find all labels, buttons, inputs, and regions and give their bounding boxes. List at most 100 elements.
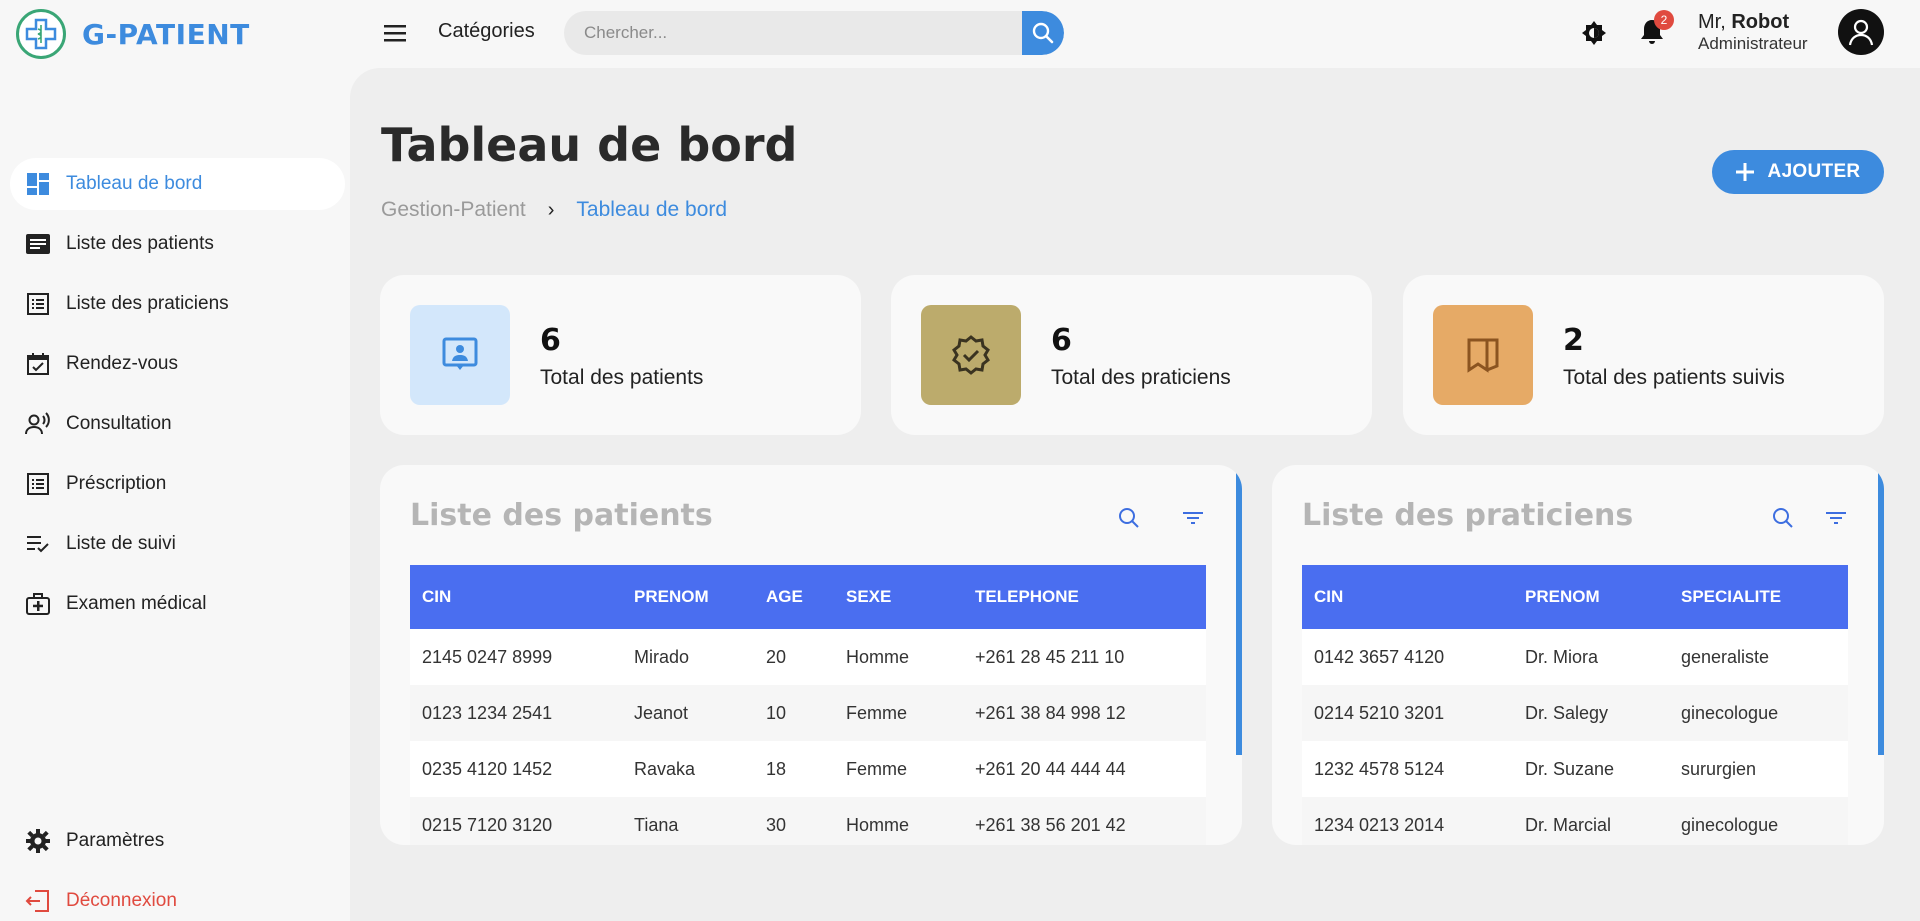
- sidebar-item-label: Préscription: [66, 473, 167, 494]
- chevron-right-icon: ›: [547, 198, 555, 221]
- book-icon: [1467, 338, 1499, 373]
- cell-prenom: Dr. Marcial: [1525, 814, 1612, 835]
- cell-sexe: Homme: [846, 646, 910, 667]
- cell-prenom: Mirado: [634, 646, 690, 667]
- user-prefix: Mr,: [1698, 11, 1726, 33]
- cell-telephone: +261 38 84 998 12: [975, 702, 1126, 723]
- cell-prenom: Dr. Suzane: [1525, 758, 1615, 779]
- page-title: Tableau de bord: [381, 118, 798, 172]
- sidebar-item-prescription[interactable]: Préscription: [10, 458, 345, 510]
- cell-age: 20: [766, 646, 787, 667]
- add-button[interactable]: AJOUTER: [1712, 150, 1884, 194]
- table-row[interactable]: 0123 1234 2541 Jeanot 10 Femme +261 38 8…: [410, 685, 1206, 741]
- column-header[interactable]: CIN: [410, 587, 622, 607]
- verified-badge-icon: [952, 335, 990, 375]
- patients-panel: Liste des patients CIN PRENOM AGE SEXE T…: [380, 465, 1242, 845]
- categories-menu[interactable]: Catégories: [438, 20, 535, 43]
- medical-cross-logo-icon: [16, 9, 66, 59]
- cell-cin: 0235 4120 1452: [422, 758, 553, 779]
- table-row[interactable]: 2145 0247 8999 Mirado 20 Homme +261 28 4…: [410, 629, 1206, 685]
- checklist-icon: [24, 530, 52, 558]
- sidebar-item-label: Consultation: [66, 413, 172, 434]
- user-avatar-icon[interactable]: [1838, 9, 1884, 55]
- gear-icon: [24, 827, 52, 855]
- table-row[interactable]: 0235 4120 1452 Ravaka 18 Femme +261 20 4…: [410, 741, 1206, 797]
- search-bar: [564, 11, 1064, 55]
- stat-value: 6: [540, 323, 561, 358]
- search-button[interactable]: [1022, 11, 1064, 55]
- notification-count-badge: 2: [1654, 10, 1674, 30]
- brand[interactable]: G-PATIENT: [16, 9, 250, 59]
- patient-badge-icon: [442, 337, 478, 370]
- cell-telephone: +261 38 56 201 42: [975, 814, 1126, 835]
- breadcrumb-root[interactable]: Gestion-Patient: [381, 198, 526, 222]
- filter-icon[interactable]: [1823, 505, 1849, 531]
- user-name: Robot: [1731, 11, 1790, 33]
- sidebar-item-follow-up[interactable]: Liste de suivi: [10, 518, 345, 570]
- cell-specialite: sururgien: [1681, 758, 1757, 779]
- cell-telephone: +261 20 44 444 44: [975, 758, 1126, 779]
- table-header: CIN PRENOM SPECIALITE: [1302, 565, 1848, 629]
- cell-telephone: +261 28 45 211 10: [975, 646, 1125, 667]
- sidebar-item-settings[interactable]: Paramètres: [10, 815, 345, 867]
- filter-icon[interactable]: [1180, 505, 1206, 531]
- sidebar-item-logout[interactable]: Déconnexion: [10, 875, 345, 921]
- search-icon[interactable]: [1770, 505, 1796, 531]
- column-header[interactable]: TELEPHONE: [963, 587, 1206, 607]
- panel-title: Liste des patients: [410, 498, 713, 533]
- sidebar-item-label: Liste des praticiens: [66, 293, 229, 314]
- cell-prenom: Tiana: [634, 814, 679, 835]
- sidebar-item-appointments[interactable]: Rendez-vous: [10, 338, 345, 390]
- sidebar-item-label: Rendez-vous: [66, 353, 178, 374]
- add-button-label: AJOUTER: [1767, 161, 1861, 182]
- stat-tile: [1433, 305, 1533, 405]
- table-row[interactable]: 1232 4578 5124 Dr. Suzane sururgien: [1302, 741, 1848, 797]
- table-row[interactable]: 0214 5210 3201 Dr. Salegy ginecologue: [1302, 685, 1848, 741]
- user-role: Administrateur: [1698, 34, 1808, 53]
- table-row[interactable]: 0215 7120 3120 Tiana 30 Homme +261 38 56…: [410, 797, 1206, 845]
- sidebar-item-consultation[interactable]: Consultation: [10, 398, 345, 450]
- list-box-icon: [24, 290, 52, 318]
- stat-value: 6: [1051, 323, 1072, 358]
- column-header[interactable]: PRENOM: [1513, 587, 1669, 607]
- sidebar-item-label: Liste de suivi: [66, 533, 176, 554]
- column-header[interactable]: AGE: [754, 587, 834, 607]
- cell-sexe: Homme: [846, 814, 910, 835]
- panel-title: Liste des praticiens: [1302, 498, 1634, 533]
- cell-cin: 2145 0247 8999: [422, 646, 553, 667]
- notification-bell-icon[interactable]: 2: [1636, 10, 1674, 48]
- cell-cin: 0123 1234 2541: [422, 702, 553, 723]
- sidebar-item-medical-exam[interactable]: Examen médical: [10, 578, 345, 630]
- table-row[interactable]: 0142 3657 4120 Dr. Miora generaliste: [1302, 629, 1848, 685]
- patients-table: CIN PRENOM AGE SEXE TELEPHONE 2145 0247 …: [410, 565, 1206, 845]
- cell-sexe: Femme: [846, 758, 908, 779]
- table-row[interactable]: 1234 0213 2014 Dr. Marcial ginecologue: [1302, 797, 1848, 845]
- sidebar-item-label: Paramètres: [66, 830, 165, 851]
- stat-tile: [410, 305, 510, 405]
- sidebar-item-label: Liste des patients: [66, 233, 214, 254]
- brightness-icon[interactable]: [1580, 19, 1608, 47]
- app-name: G-PATIENT: [82, 17, 250, 51]
- search-input[interactable]: [564, 11, 1022, 55]
- search-icon[interactable]: [1116, 505, 1142, 531]
- list-box-icon: [24, 470, 52, 498]
- sidebar-item-dashboard[interactable]: Tableau de bord: [10, 158, 345, 210]
- cell-specialite: generaliste: [1681, 646, 1770, 667]
- column-header[interactable]: SEXE: [834, 587, 963, 607]
- hamburger-menu-icon[interactable]: [382, 21, 408, 45]
- sidebar-item-patients[interactable]: Liste des patients: [10, 218, 345, 270]
- stat-card-followed: 2 Total des patients suivis: [1403, 275, 1884, 435]
- calendar-check-icon: [24, 350, 52, 378]
- sidebar-item-label: Déconnexion: [66, 890, 177, 911]
- cell-cin: 0214 5210 3201: [1314, 702, 1445, 723]
- column-header[interactable]: CIN: [1302, 587, 1513, 607]
- search-icon: [1032, 22, 1054, 44]
- user-info[interactable]: Mr, Robot Administrateur: [1698, 10, 1808, 54]
- cell-specialite: ginecologue: [1681, 814, 1779, 835]
- sidebar-item-practitioners[interactable]: Liste des praticiens: [10, 278, 345, 330]
- column-header[interactable]: PRENOM: [622, 587, 754, 607]
- stat-card-patients: 6 Total des patients: [380, 275, 861, 435]
- column-header[interactable]: SPECIALITE: [1669, 587, 1848, 607]
- dashboard-icon: [24, 170, 52, 198]
- cell-cin: 0215 7120 3120: [422, 814, 553, 835]
